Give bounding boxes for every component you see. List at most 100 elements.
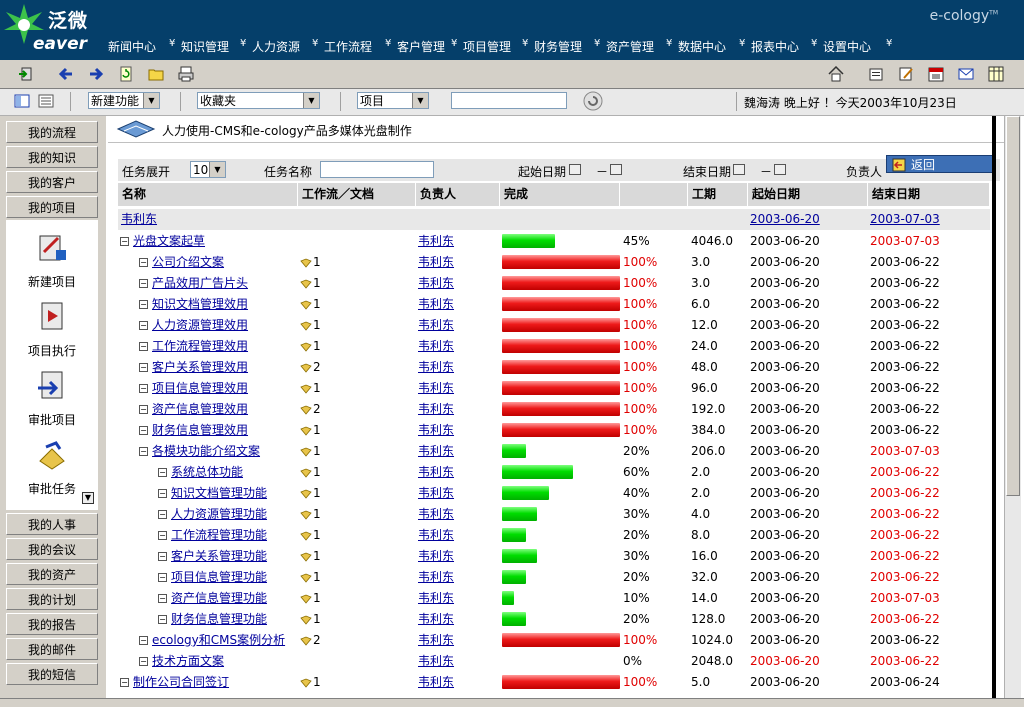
task-owner-link[interactable]: 韦利东 — [418, 297, 454, 311]
group-owner-name[interactable]: 韦利东 — [121, 212, 157, 226]
task-owner-link[interactable]: 韦利东 — [418, 486, 454, 500]
task-name-link[interactable]: 资产信息管理效用 — [152, 402, 248, 416]
nav-item-6[interactable]: 财务管理 — [534, 38, 582, 55]
task-docs-cell[interactable]: 1 — [300, 273, 321, 294]
scroll-thumb[interactable] — [1006, 116, 1020, 496]
nav-item-0[interactable]: 新闻中心 — [108, 38, 156, 55]
task-name-link[interactable]: 项目信息管理效用 — [152, 381, 248, 395]
task-docs-cell[interactable]: 1 — [300, 462, 321, 483]
search-input[interactable] — [451, 92, 567, 109]
sidebar-item-bottom-1[interactable]: 我的会议 — [6, 538, 98, 560]
task-owner-link[interactable]: 韦利东 — [418, 423, 454, 437]
task-docs-cell[interactable]: 1 — [300, 672, 321, 693]
task-owner-link[interactable]: 韦利东 — [418, 549, 454, 563]
sidebar-item-bottom-6[interactable]: 我的短信 — [6, 663, 98, 685]
task-owner-link[interactable]: 韦利东 — [418, 675, 454, 689]
nav-item-2[interactable]: 人力资源 — [252, 38, 300, 55]
task-docs-cell[interactable]: 1 — [300, 483, 321, 504]
task-name-link[interactable]: 技术方面文案 — [152, 654, 224, 668]
task-name-link[interactable]: ecology和CMS案例分析 — [152, 633, 285, 647]
collapse-toggle-icon[interactable]: − — [139, 405, 148, 414]
task-name-link[interactable]: 各模块功能介绍文案 — [152, 444, 260, 458]
collapse-toggle-icon[interactable]: − — [139, 279, 148, 288]
task-owner-link[interactable]: 韦利东 — [418, 570, 454, 584]
task-docs-cell[interactable]: 1 — [300, 294, 321, 315]
collapse-toggle-icon[interactable]: − — [158, 489, 167, 498]
task-owner-link[interactable]: 韦利东 — [418, 465, 454, 479]
sidebar-item-bottom-2[interactable]: 我的资产 — [6, 563, 98, 585]
collapse-toggle-icon[interactable]: − — [139, 321, 148, 330]
task-docs-cell[interactable]: 1 — [300, 567, 321, 588]
task-owner-link[interactable]: 韦利东 — [418, 591, 454, 605]
group-start-link[interactable]: 2003-06-20 — [750, 212, 820, 226]
sidebar-item-top-0[interactable]: 我的流程 — [6, 121, 98, 143]
task-owner-link[interactable]: 韦利东 — [418, 318, 454, 332]
nav-item-4[interactable]: 客户管理 — [397, 38, 445, 55]
collapse-toggle-icon[interactable]: − — [139, 363, 148, 372]
collapse-toggle-icon[interactable]: − — [139, 342, 148, 351]
collapse-toggle-icon[interactable]: − — [158, 468, 167, 477]
collapse-toggle-icon[interactable]: − — [139, 258, 148, 267]
task-owner-link[interactable]: 韦利东 — [418, 234, 454, 248]
task-owner-link[interactable]: 韦利东 — [418, 654, 454, 668]
sidebar-item-top-2[interactable]: 我的客户 — [6, 171, 98, 193]
expand-level-select[interactable]: 10 ▼ — [190, 161, 226, 178]
collapse-toggle-icon[interactable]: − — [158, 615, 167, 624]
collapse-toggle-icon[interactable]: − — [158, 573, 167, 582]
group-end-date[interactable]: 2003-07-03 — [870, 209, 940, 230]
collapse-toggle-icon[interactable]: − — [158, 510, 167, 519]
end-date-calendar-icon[interactable] — [733, 164, 745, 175]
nav-item-8[interactable]: 数据中心 — [678, 38, 726, 55]
layout-full-icon[interactable] — [36, 91, 56, 111]
vertical-scrollbar[interactable] — [1004, 116, 1021, 706]
task-name-link[interactable]: 客户关系管理功能 — [171, 549, 267, 563]
sidebar-approve-project[interactable]: 审批项目 — [6, 370, 98, 428]
task-docs-cell[interactable]: 1 — [300, 378, 321, 399]
home-icon[interactable] — [826, 64, 846, 84]
task-docs-cell[interactable]: 1 — [300, 546, 321, 567]
task-owner-link[interactable]: 韦利东 — [418, 528, 454, 542]
sidebar-new-project[interactable]: 新建项目 — [6, 232, 98, 290]
task-owner-link[interactable]: 韦利东 — [418, 339, 454, 353]
collapse-toggle-icon[interactable]: − — [158, 531, 167, 540]
task-owner-link[interactable]: 韦利东 — [418, 612, 454, 626]
task-name-link[interactable]: 项目信息管理功能 — [171, 570, 267, 584]
search-go-icon[interactable] — [582, 90, 604, 112]
task-docs-cell[interactable]: 2 — [300, 399, 321, 420]
collapse-toggle-icon[interactable]: − — [139, 447, 148, 456]
task-name-link[interactable]: 人力资源管理功能 — [171, 507, 267, 521]
group-end-link[interactable]: 2003-07-03 — [870, 212, 940, 226]
collapse-toggle-icon[interactable]: − — [139, 426, 148, 435]
print-icon[interactable] — [176, 64, 196, 84]
collapse-toggle-icon[interactable]: − — [120, 678, 129, 687]
task-owner-link[interactable]: 韦利东 — [418, 507, 454, 521]
group-owner-link[interactable]: 韦利东 — [121, 209, 157, 230]
collapse-toggle-icon[interactable]: − — [158, 594, 167, 603]
collapse-toggle-icon[interactable]: − — [158, 552, 167, 561]
task-name-link[interactable]: 系统总体功能 — [171, 465, 243, 479]
task-docs-cell[interactable]: 2 — [300, 357, 321, 378]
task-name-link[interactable]: 光盘文案起草 — [133, 234, 205, 248]
task-docs-cell[interactable]: 1 — [300, 252, 321, 273]
refresh-icon[interactable] — [116, 64, 136, 84]
task-name-link[interactable]: 客户关系管理效用 — [152, 360, 248, 374]
task-name-link[interactable]: 知识文档管理功能 — [171, 486, 267, 500]
table-view-icon[interactable] — [986, 64, 1006, 84]
sidebar-item-top-1[interactable]: 我的知识 — [6, 146, 98, 168]
task-docs-cell[interactable]: 1 — [300, 609, 321, 630]
new-document-icon[interactable] — [866, 64, 886, 84]
task-name-link[interactable]: 制作公司合同签订 — [133, 675, 229, 689]
start-date-end-calendar-icon[interactable] — [610, 164, 622, 175]
group-start-date[interactable]: 2003-06-20 — [750, 209, 820, 230]
task-owner-link[interactable]: 韦利东 — [418, 360, 454, 374]
logout-icon[interactable] — [16, 64, 36, 84]
collapse-toggle-icon[interactable]: − — [120, 237, 129, 246]
sidebar-item-bottom-5[interactable]: 我的邮件 — [6, 638, 98, 660]
task-docs-cell[interactable]: 1 — [300, 588, 321, 609]
task-docs-cell[interactable]: 2 — [300, 630, 321, 651]
task-owner-link[interactable]: 韦利东 — [418, 402, 454, 416]
collapse-toggle-icon[interactable]: − — [139, 384, 148, 393]
nav-item-3[interactable]: 工作流程 — [324, 38, 372, 55]
sidebar-project-execution[interactable]: 项目执行 — [6, 301, 98, 359]
nav-item-7[interactable]: 资产管理 — [606, 38, 654, 55]
